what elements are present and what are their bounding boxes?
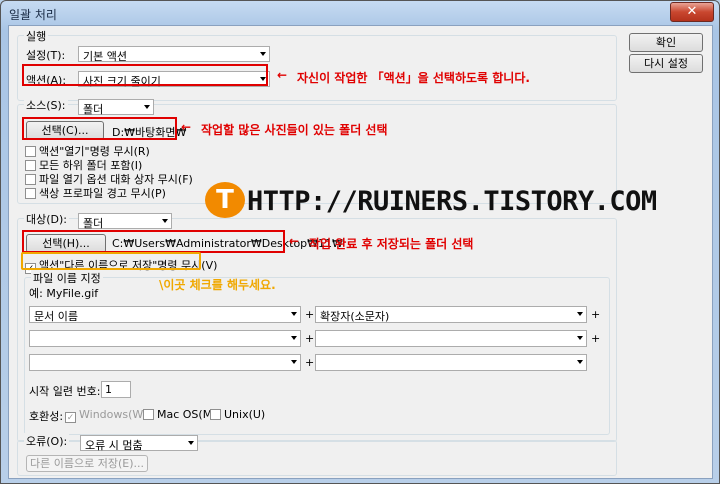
- file-naming-title: 파일 이름 지정: [31, 270, 103, 286]
- chevron-down-icon: [162, 219, 168, 223]
- checkbox-box: [25, 174, 36, 185]
- set-dropdown[interactable]: 기본 액션: [78, 46, 270, 63]
- suppress-color-warnings-checkbox[interactable]: 색상 프로파일 경고 무시(P): [25, 185, 166, 201]
- checkmark-icon: ✓: [65, 412, 76, 423]
- tistory-logo-icon: T: [205, 182, 245, 218]
- suppress-color-warnings-label: 색상 프로파일 경고 무시(P): [39, 187, 166, 200]
- serial-number-value: 1: [105, 383, 112, 396]
- naming-field-4[interactable]: [315, 330, 587, 347]
- errors-dropdown-value: 오류 시 멈춤: [85, 439, 143, 452]
- chevron-down-icon: [144, 105, 150, 109]
- chevron-down-icon: [260, 52, 266, 56]
- file-naming-group: 파일 이름 지정 예: MyFile.gif 문서 이름 + 확장자(소문자) …: [24, 270, 610, 435]
- ok-button[interactable]: 확인: [629, 33, 703, 52]
- checkbox-box: [210, 409, 221, 420]
- title-bar[interactable]: 일괄 처리 ✕: [1, 1, 719, 25]
- dialog-client-area: 확인 다시 설정 실행 설정(T): 기본 액션 액션(A): 사진 크기 줄이…: [8, 25, 713, 479]
- batch-dialog-window: 일괄 처리 ✕ 확인 다시 설정 실행 설정(T): 기본 액션 액션(A): …: [0, 0, 720, 484]
- watermark-url: HTTP://RUINERS.TISTORY.COM: [247, 186, 657, 217]
- errors-dropdown[interactable]: 오류 시 멈춤: [80, 435, 198, 452]
- file-naming-example: 예: MyFile.gif: [29, 287, 99, 300]
- run-group-title: 실행: [24, 28, 49, 44]
- plus-sign: +: [305, 356, 315, 369]
- plus-sign: +: [591, 332, 601, 345]
- chevron-down-icon: [577, 312, 583, 316]
- compat-windows-checkbox[interactable]: ✓ Windows(W): [65, 408, 148, 423]
- chevron-down-icon: [291, 312, 297, 316]
- chevron-down-icon: [291, 336, 297, 340]
- compat-mac-label: Mac OS(M): [157, 408, 217, 421]
- checkbox-box: [25, 146, 36, 157]
- serial-number-input[interactable]: 1: [101, 381, 131, 398]
- compatibility-label: 호환성:: [29, 410, 64, 423]
- highlight-destination: [22, 230, 285, 253]
- destination-dropdown-value: 폴더: [83, 217, 104, 230]
- note-action: 자신이 작업한 「액션」을 선택하도록 합니다.: [297, 71, 530, 85]
- annotation-arrow: ←: [277, 68, 288, 82]
- naming-field-2-value: 확장자(소문자): [320, 310, 390, 323]
- source-label: 소스(S):: [24, 97, 68, 113]
- note-check: \이곳 체크를 해두세요.: [159, 278, 276, 292]
- chevron-down-icon: [577, 336, 583, 340]
- window-title: 일괄 처리: [9, 8, 57, 22]
- compat-mac-checkbox[interactable]: Mac OS(M): [143, 408, 217, 421]
- naming-field-6[interactable]: [315, 354, 587, 371]
- naming-field-1[interactable]: 문서 이름: [29, 306, 301, 323]
- note-destination: 작업 완료 후 저장되는 폴더 선택: [309, 237, 474, 251]
- highlight-action: [22, 64, 268, 86]
- chevron-down-icon: [291, 360, 297, 364]
- naming-field-2[interactable]: 확장자(소문자): [315, 306, 587, 323]
- set-label: 설정(T):: [26, 49, 66, 62]
- close-button[interactable]: ✕: [670, 2, 714, 22]
- serial-number-label: 시작 일련 번호:: [29, 385, 101, 398]
- reset-button[interactable]: 다시 설정: [629, 54, 703, 73]
- naming-field-3[interactable]: [29, 330, 301, 347]
- errors-label: 오류(O):: [24, 433, 70, 449]
- naming-field-5[interactable]: [29, 354, 301, 371]
- checkbox-box: [143, 409, 154, 420]
- checkbox-box: [25, 160, 36, 171]
- naming-field-1-value: 문서 이름: [34, 310, 78, 323]
- compat-windows-label: Windows(W): [79, 408, 148, 421]
- compat-unix-checkbox[interactable]: Unix(U): [210, 408, 265, 421]
- chevron-down-icon: [577, 360, 583, 364]
- set-dropdown-value: 기본 액션: [83, 50, 127, 63]
- annotation-arrow: ←: [181, 120, 192, 134]
- note-source: 작업할 많은 사진들이 있는 폴더 선택: [201, 123, 388, 137]
- plus-sign: +: [305, 308, 315, 321]
- source-dropdown[interactable]: 폴더: [78, 99, 154, 116]
- errors-group: 오류(O): 오류 시 멈춤 다른 이름으로 저장(E)...: [17, 433, 617, 476]
- highlight-override-checkbox: [21, 252, 201, 270]
- highlight-source: [22, 117, 177, 140]
- annotation-arrow: ←: [289, 234, 300, 248]
- compat-unix-label: Unix(U): [224, 408, 266, 421]
- destination-label: 대상(D):: [24, 211, 69, 227]
- source-dropdown-value: 폴더: [83, 103, 104, 116]
- save-as-button[interactable]: 다른 이름으로 저장(E)...: [26, 455, 148, 472]
- plus-sign: +: [305, 332, 315, 345]
- plus-sign: +: [591, 308, 601, 321]
- checkbox-box: [25, 188, 36, 199]
- destination-dropdown[interactable]: 폴더: [78, 213, 172, 230]
- chevron-down-icon: [188, 441, 194, 445]
